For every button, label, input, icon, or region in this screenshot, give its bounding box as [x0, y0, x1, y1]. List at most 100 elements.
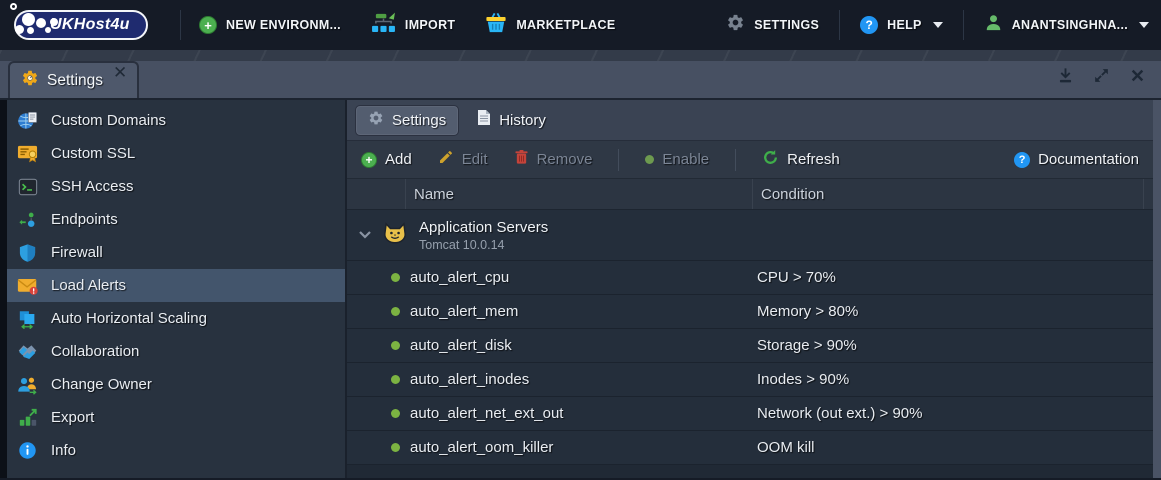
gear-wrench-icon: [21, 69, 39, 92]
firewall-shield-icon: [17, 242, 38, 263]
tomcat-icon: [382, 221, 408, 249]
table-row[interactable]: auto_alert_inodes Inodes > 90%: [347, 363, 1153, 397]
sidebar-item-info[interactable]: Info: [0, 434, 345, 467]
sidebar-item-change-owner[interactable]: Change Owner: [0, 368, 345, 401]
scrollbar-spacer: [1143, 179, 1153, 209]
trash-icon: [514, 149, 529, 170]
logo-bubble-icon: [10, 3, 17, 10]
sidebar-item-custom-domains[interactable]: Custom Domains: [0, 104, 345, 137]
status-dot-icon: [391, 409, 400, 418]
add-button[interactable]: + Add: [361, 151, 412, 168]
sidebar-item-load-alerts[interactable]: Load Alerts: [0, 269, 345, 302]
chevron-down-icon: [1139, 22, 1149, 28]
logo-bubble-icon: [36, 18, 46, 28]
window-tab-strip: Settings ✕: [0, 50, 1161, 100]
condition-column-header[interactable]: Condition: [752, 179, 1143, 209]
status-dot-icon: [391, 273, 400, 282]
export-icon: [17, 407, 38, 428]
user-menu-button[interactable]: ANANTSINGHNA...: [984, 13, 1149, 37]
status-dot-icon: [391, 443, 400, 452]
load-alerts-icon: [17, 275, 38, 296]
group-subtitle: Tomcat 10.0.14: [419, 237, 505, 252]
logo-bubble-icon: [27, 27, 34, 34]
enable-button[interactable]: Enable: [645, 151, 709, 168]
sidebar-item-collaboration[interactable]: Collaboration: [0, 335, 345, 368]
custom-domains-icon: [17, 110, 38, 131]
logo-text: UKHost4u: [50, 16, 130, 33]
group-title: Application Servers: [419, 218, 549, 236]
name-column-header[interactable]: Name: [405, 179, 752, 209]
enable-dot-icon: [645, 155, 655, 164]
table-header: Name Condition: [347, 179, 1153, 210]
app-window: UKHost4u + NEW ENVIRONM... IMPORT MARKET…: [0, 0, 1161, 480]
settings-sidebar: Custom Domains Custom SSL SSH Access End…: [0, 100, 347, 478]
edit-button[interactable]: Edit: [438, 149, 488, 170]
help-icon: ?: [860, 16, 879, 34]
divider: [962, 10, 964, 40]
refresh-icon: [762, 149, 779, 171]
logo-bubble-icon: [45, 27, 51, 33]
marketplace-button[interactable]: MARKETPLACE: [485, 12, 615, 38]
pencil-icon: [438, 149, 454, 170]
ukhost4u-logo[interactable]: UKHost4u: [10, 3, 162, 41]
documentation-link[interactable]: ? Documentation: [1014, 151, 1139, 168]
divider: [180, 10, 181, 40]
logo-bubble-icon: [15, 25, 24, 34]
sidebar-item-auto-horizontal-scaling[interactable]: Auto Horizontal Scaling: [0, 302, 345, 335]
sidebar-item-endpoints[interactable]: Endpoints: [0, 203, 345, 236]
alerts-toolbar: + Add Edit Remove Enable Refresh ? Docum…: [347, 141, 1153, 179]
custom-ssl-icon: [17, 143, 38, 164]
logo-bubble-icon: [50, 18, 58, 26]
top-bar: UKHost4u + NEW ENVIRONM... IMPORT MARKET…: [0, 0, 1161, 50]
table-row[interactable]: auto_alert_mem Memory > 80%: [347, 295, 1153, 329]
settings-window-tab[interactable]: Settings ✕: [8, 61, 140, 98]
info-icon: [17, 440, 38, 461]
tab-history[interactable]: History: [469, 109, 554, 131]
remove-button[interactable]: Remove: [514, 149, 592, 170]
status-column-header[interactable]: [347, 179, 405, 209]
chevron-down-icon[interactable]: [359, 226, 371, 244]
sidebar-item-custom-ssl[interactable]: Custom SSL: [0, 137, 345, 170]
table-row[interactable]: auto_alert_disk Storage > 90%: [347, 329, 1153, 363]
status-dot-icon: [391, 307, 400, 316]
chevron-down-icon: [932, 22, 943, 28]
table-row[interactable]: auto_alert_oom_killer OOM kill: [347, 431, 1153, 465]
collaboration-handshake-icon: [17, 341, 38, 362]
sidebar-item-ssh-access[interactable]: SSH Access: [0, 170, 345, 203]
sidebar-item-export[interactable]: Export: [0, 401, 345, 434]
new-environment-button[interactable]: + NEW ENVIRONM...: [199, 16, 341, 34]
download-icon[interactable]: [1056, 66, 1075, 85]
group-row-application-servers[interactable]: Application Servers Tomcat 10.0.14: [347, 210, 1153, 261]
settings-button[interactable]: SETTINGS: [726, 13, 819, 37]
sidebar-item-firewall[interactable]: Firewall: [0, 236, 345, 269]
close-tab-icon[interactable]: ✕: [113, 64, 127, 81]
history-document-icon: [477, 109, 491, 131]
load-alerts-panel: Settings History + Add Edit Remove Enabl…: [347, 100, 1153, 478]
help-icon: ?: [1014, 151, 1031, 168]
expand-icon[interactable]: [1092, 66, 1111, 85]
logo-bubble-icon: [22, 13, 35, 26]
import-button[interactable]: IMPORT: [371, 12, 455, 38]
alerts-table: Name Condition Application Servers Tomca…: [347, 179, 1153, 478]
tab-settings[interactable]: Settings: [355, 104, 460, 136]
panel-right-edge: [1153, 100, 1161, 478]
status-dot-icon: [391, 375, 400, 384]
refresh-button[interactable]: Refresh: [762, 149, 840, 171]
window-tab-title: Settings: [47, 71, 104, 89]
divider: [839, 10, 841, 40]
divider: [618, 148, 620, 171]
marketplace-icon: [485, 12, 507, 38]
user-icon: [984, 13, 1003, 37]
change-owner-icon: [17, 374, 38, 395]
plus-circle-icon: +: [361, 151, 377, 168]
gear-icon: [368, 110, 384, 131]
table-row[interactable]: auto_alert_net_ext_out Network (out ext.…: [347, 397, 1153, 431]
help-menu-button[interactable]: ? HELP: [860, 16, 943, 34]
ssh-access-icon: [17, 176, 38, 197]
status-dot-icon: [391, 341, 400, 350]
endpoints-icon: [17, 209, 38, 230]
auto-horizontal-scaling-icon: [17, 308, 38, 329]
close-icon[interactable]: [1128, 66, 1147, 85]
table-row[interactable]: auto_alert_cpu CPU > 70%: [347, 261, 1153, 295]
gear-icon: [726, 13, 745, 37]
